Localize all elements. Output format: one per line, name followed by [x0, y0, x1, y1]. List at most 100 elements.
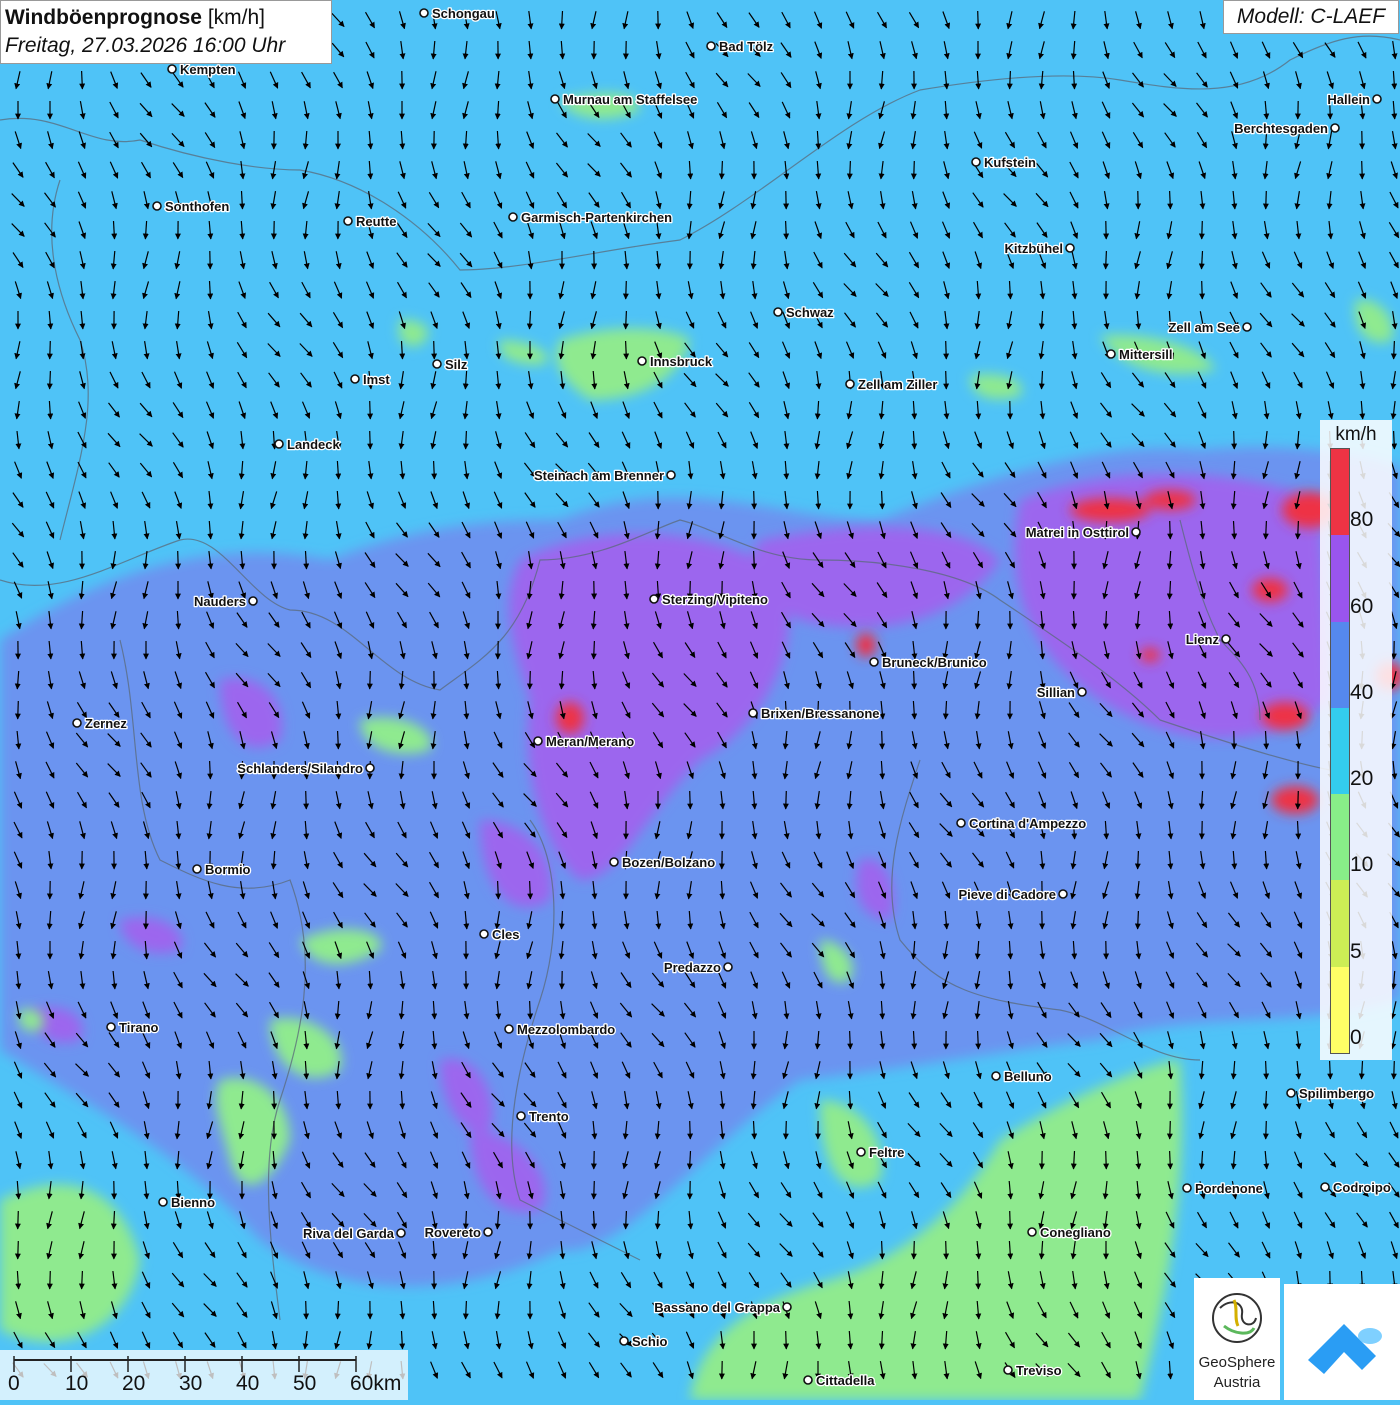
city-dot	[1321, 1183, 1329, 1191]
wind-arrow	[850, 1031, 851, 1049]
city-dot	[992, 1072, 1000, 1080]
city-dot	[1078, 688, 1086, 696]
wind-arrow	[946, 371, 947, 389]
legend-tick-label: 80	[1350, 508, 1373, 532]
scale-label: 0	[8, 1372, 20, 1396]
wind-arrow	[210, 761, 211, 779]
wind-arrow	[914, 671, 915, 689]
wind-arrow	[1266, 191, 1267, 209]
wind-arrow	[882, 491, 883, 509]
geosphere-logo: GeoSphere Austria	[1194, 1278, 1280, 1400]
city-dot	[159, 1198, 167, 1206]
city-marker: Cortina d'Ampezzo	[957, 816, 1086, 831]
city-dot	[857, 1148, 865, 1156]
wind-arrow	[178, 551, 179, 569]
city-marker: Schongau	[420, 6, 495, 21]
wind-arrow	[594, 641, 595, 659]
city-label: Garmisch-Partenkirchen	[521, 210, 672, 225]
wind-arrow	[18, 701, 19, 719]
city-dot	[480, 930, 488, 938]
geosphere-emblem-icon	[1194, 1278, 1280, 1354]
wind-arrow	[1170, 521, 1171, 539]
city-dot	[620, 1337, 628, 1345]
city-dot	[344, 217, 352, 225]
city-marker: Pieve di Cadore	[958, 887, 1067, 902]
wind-arrow	[978, 1031, 979, 1049]
wind-arrow	[434, 461, 435, 479]
wind-arrow	[530, 881, 531, 899]
city-label: Imst	[363, 372, 390, 387]
city-dot	[168, 65, 176, 73]
wind-arrow	[50, 341, 51, 359]
legend-tick-label: 60	[1350, 595, 1373, 619]
city-label: Berchtesgaden	[1234, 121, 1328, 136]
legend-segment	[1331, 449, 1349, 535]
city-label: Mezzolombardo	[517, 1022, 615, 1037]
city-dot	[1107, 350, 1115, 358]
city-dot	[505, 1025, 513, 1033]
city-marker: Murnau am Staffelsee	[551, 92, 697, 107]
wind-arrow	[50, 1271, 51, 1289]
city-dot	[846, 380, 854, 388]
city-label: Kempten	[180, 62, 236, 77]
legend-unit: km/h	[1320, 424, 1392, 446]
wind-arrow	[306, 1301, 307, 1319]
city-label: Bienno	[171, 1195, 215, 1210]
wind-arrow	[882, 1241, 883, 1259]
wind-arrow	[1202, 221, 1203, 239]
city-label: Bassano del Grappa	[654, 1300, 780, 1315]
wind-arrow	[626, 341, 627, 359]
city-dot	[433, 360, 441, 368]
city-marker: Berchtesgaden	[1234, 121, 1339, 136]
wind-arrow	[18, 1211, 19, 1229]
city-dot	[749, 709, 757, 717]
city-marker: Mezzolombardo	[505, 1022, 615, 1037]
city-dot	[1132, 528, 1140, 536]
wind-arrow	[1202, 281, 1203, 299]
city-marker: Garmisch-Partenkirchen	[509, 210, 672, 225]
city-marker: Sonthofen	[153, 199, 229, 214]
scale-label: 30	[179, 1372, 202, 1396]
wind-arrow	[498, 881, 499, 899]
city-label: Treviso	[1016, 1363, 1062, 1378]
wind-arrow	[1266, 1121, 1267, 1139]
city-label: Hallein	[1327, 92, 1370, 107]
city-label: Pieve di Cadore	[958, 887, 1056, 902]
wind-arrow	[1170, 1151, 1171, 1169]
city-label: Steinach am Brenner	[534, 468, 664, 483]
wind-gust-map[interactable]: Schongau Kempten Bad Tölz Murnau am Staffel…	[0, 0, 1400, 1400]
color-legend: km/h 051020406080	[1320, 420, 1392, 1060]
city-dot	[509, 213, 517, 221]
wind-arrow	[946, 341, 947, 359]
wind-arrow	[1362, 161, 1363, 179]
city-marker: Zell am See	[1168, 320, 1251, 335]
city-dot	[1222, 635, 1230, 643]
wind-arrow	[594, 1181, 595, 1199]
city-dot	[650, 595, 658, 603]
wind-arrow	[1010, 1211, 1011, 1229]
wind-arrow	[1106, 1151, 1107, 1169]
city-dot	[484, 1228, 492, 1236]
city-label: Schlanders/Silandro	[237, 761, 363, 776]
city-dot	[1183, 1184, 1191, 1192]
wind-arrow	[626, 1211, 627, 1229]
city-dot	[972, 158, 980, 166]
wind-arrow	[1170, 1121, 1171, 1139]
wind-arrow	[274, 1091, 275, 1109]
city-label: Zell am See	[1168, 320, 1240, 335]
wind-arrow	[626, 311, 627, 329]
city-label: Zell am Ziller	[858, 377, 937, 392]
geosphere-logo-text-2: Austria	[1194, 1374, 1280, 1391]
map-title-main: Windböenprognose	[5, 6, 202, 29]
city-label: Zernez	[85, 716, 127, 731]
city-dot	[870, 658, 878, 666]
city-dot	[1004, 1366, 1012, 1374]
city-label: Conegliano	[1040, 1225, 1111, 1240]
city-label: Bad Tölz	[719, 39, 774, 54]
city-label: Tirano	[119, 1020, 159, 1035]
city-label: Landeck	[287, 437, 341, 452]
city-dot	[351, 375, 359, 383]
wind-arrow	[306, 791, 307, 809]
city-marker: Brixen/Bressanone	[749, 706, 880, 721]
city-label: Schwaz	[786, 305, 834, 320]
